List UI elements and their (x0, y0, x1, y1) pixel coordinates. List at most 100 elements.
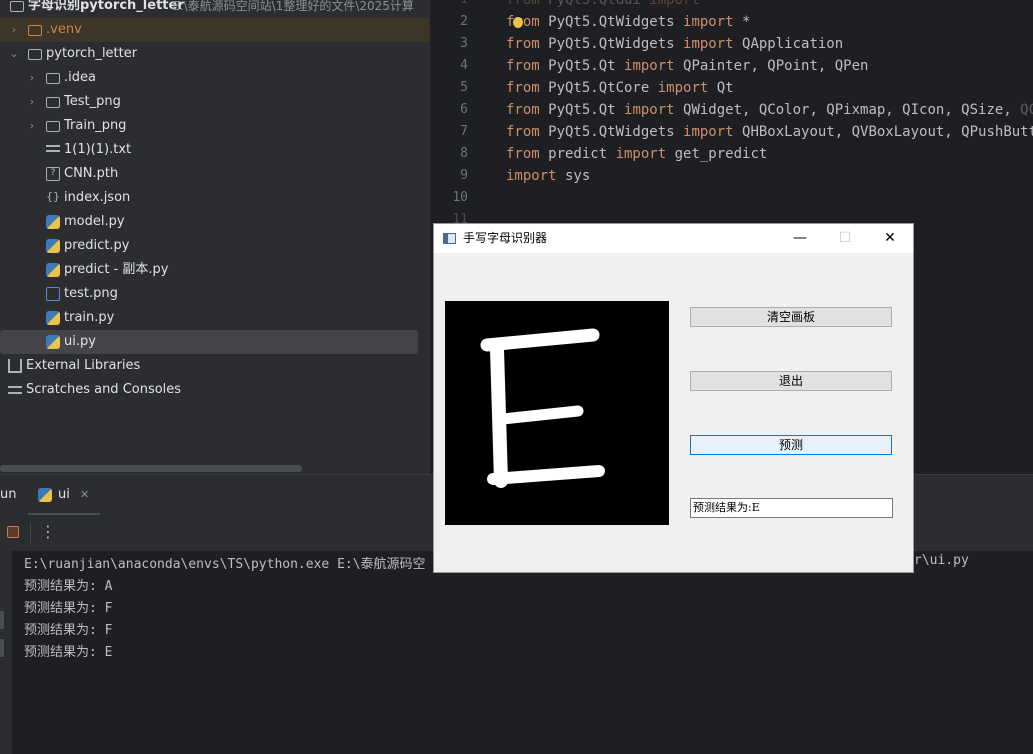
folder-icon (10, 1, 24, 12)
project-tree-item[interactable]: predict - 副本.py (0, 258, 418, 282)
code-line: from PyQt5.QtGui import * (506, 0, 717, 8)
line-number: 7 (460, 124, 468, 139)
line-number: 6 (460, 102, 468, 117)
gutter-button[interactable] (0, 639, 4, 657)
code-line: from predict import get_predict (506, 146, 767, 162)
close-tab-icon[interactable]: ✕ (80, 475, 89, 515)
gutter-button[interactable] (0, 611, 4, 629)
code-keyword: import (615, 146, 667, 162)
toolbar-divider (30, 523, 31, 543)
chevron-right-icon[interactable]: › (26, 66, 38, 90)
tree-item-label: ui.py (64, 334, 96, 349)
letter-recognizer-window: 手写字母识别器 — ☐ ✕ 清空画板 退出 预测 预测结果为:E (433, 223, 914, 573)
project-root-name: 字母识别pytorch_letter (28, 0, 184, 13)
code-keyword: import (683, 124, 734, 140)
drawing-canvas[interactable] (445, 301, 669, 525)
code-token: * (733, 14, 751, 30)
tree-item-label: index.json (64, 190, 131, 205)
code-token: Qt (708, 80, 734, 96)
tree-item-label: CNN.pth (64, 166, 119, 181)
tree-item-label: .idea (64, 70, 96, 85)
line-number: 8 (460, 146, 468, 161)
tree-item-label: predict.py (64, 238, 130, 253)
library-icon (8, 359, 22, 373)
code-token: QWidget, QColor, QPixmap, QIcon, QSize, (674, 102, 1021, 118)
clear-canvas-button[interactable]: 清空画板 (690, 307, 892, 327)
project-tree-item[interactable]: › .idea (0, 66, 418, 90)
project-tree-item[interactable]: 1(1)(1).txt (0, 138, 418, 162)
project-tree-item[interactable]: predict.py (0, 234, 418, 258)
line-number: 1 (440, 0, 468, 7)
python-file-icon (46, 263, 60, 277)
code-line: from PyQt5.QtWidgets import QApplication (506, 36, 843, 52)
python-file-icon (46, 335, 60, 349)
folder-icon (28, 25, 42, 36)
stop-icon[interactable] (7, 526, 19, 538)
minimize-button[interactable]: — (778, 224, 822, 253)
project-root-row[interactable]: 字母识别pytorch_letter E:\泰航源码空间站\1整理好的文件\20… (0, 0, 430, 18)
horizontal-scrollbar[interactable] (0, 465, 302, 472)
code-token: PyQt5.Qt (539, 58, 625, 74)
code-keyword: import (657, 80, 709, 96)
project-root-path: E:\泰航源码空间站\1整理好的文件\2025计算 (172, 0, 414, 13)
project-tree-item[interactable]: › Train_png (0, 114, 418, 138)
project-tree-item[interactable]: ⌄ pytorch_letter (0, 42, 418, 66)
project-tree-item[interactable]: test.png (0, 282, 418, 306)
code-keyword: import (624, 102, 675, 118)
chevron-down-icon[interactable]: ⌄ (8, 42, 20, 66)
project-tree-item[interactable]: External Libraries (0, 354, 418, 378)
code-token: predict (539, 146, 616, 162)
console-line: 预测结果为: A (24, 579, 113, 594)
code-line: from PyQt5.Qt import QWidget, QColor, QP… (506, 102, 1033, 118)
code-line: from PyQt5.QtCore import Qt (506, 80, 734, 96)
line-number: 5 (460, 80, 468, 95)
project-tree-item[interactable]: {} index.json (0, 186, 418, 210)
code-keyword: import (624, 58, 675, 74)
folder-icon (46, 121, 60, 132)
project-tree-item[interactable]: › Test_png (0, 90, 418, 114)
project-tree-item[interactable]: model.py (0, 210, 418, 234)
code-keyword: import (649, 0, 700, 8)
run-console[interactable]: E:\ruanjian\anaconda\envs\TS\python.exe … (0, 551, 1033, 754)
line-number: 9 (460, 168, 468, 183)
code-keyword: import (683, 14, 734, 30)
text-file-icon (46, 143, 60, 157)
code-keyword: from (506, 124, 540, 140)
code-keyword: import (506, 168, 557, 184)
tree-item-label: predict - 副本.py (64, 262, 169, 277)
code-keyword: from (506, 58, 540, 74)
close-button[interactable]: ✕ (868, 224, 912, 253)
code-keyword: from (506, 80, 540, 96)
prediction-result-field[interactable]: 预测结果为:E (690, 498, 893, 518)
lightbulb-icon[interactable] (513, 17, 523, 28)
predict-button[interactable]: 预测 (690, 435, 892, 455)
python-file-icon (46, 239, 60, 253)
tree-item-label: train.py (64, 310, 115, 325)
tree-item-label: Train_png (64, 118, 127, 133)
run-tab-label: ui (58, 487, 70, 502)
line-number: 4 (460, 58, 468, 73)
more-options-icon[interactable]: ⋮ (40, 522, 56, 541)
line-number: 2 (460, 14, 468, 29)
folder-icon (46, 97, 60, 108)
window-title: 手写字母识别器 (463, 231, 548, 245)
exit-button[interactable]: 退出 (690, 371, 892, 391)
window-titlebar[interactable]: 手写字母识别器 — ☐ ✕ (434, 224, 913, 253)
chevron-right-icon[interactable]: › (26, 114, 38, 138)
chevron-right-icon[interactable]: › (26, 90, 38, 114)
project-tree-item[interactable]: ? CNN.pth (0, 162, 418, 186)
chevron-right-icon[interactable]: › (8, 18, 20, 42)
project-tree-item[interactable]: › .venv (0, 18, 430, 42)
tree-item-label: model.py (64, 214, 125, 229)
code-token: sys (556, 168, 591, 184)
stroke-bottom (487, 465, 605, 485)
project-tree-item[interactable]: train.py (0, 306, 418, 330)
code-keyword: from (506, 0, 540, 8)
code-line: from PyQt5.QtWidgets import * (506, 14, 750, 30)
console-line: 预测结果为: E (24, 645, 113, 660)
project-tree-item[interactable]: Scratches and Consoles (0, 378, 418, 402)
project-tree-item[interactable]: ui.py (0, 330, 418, 354)
maximize-button[interactable]: ☐ (823, 224, 867, 253)
code-token: QPainter, QPoint, QPen (674, 58, 869, 74)
console-gutter (0, 551, 12, 754)
